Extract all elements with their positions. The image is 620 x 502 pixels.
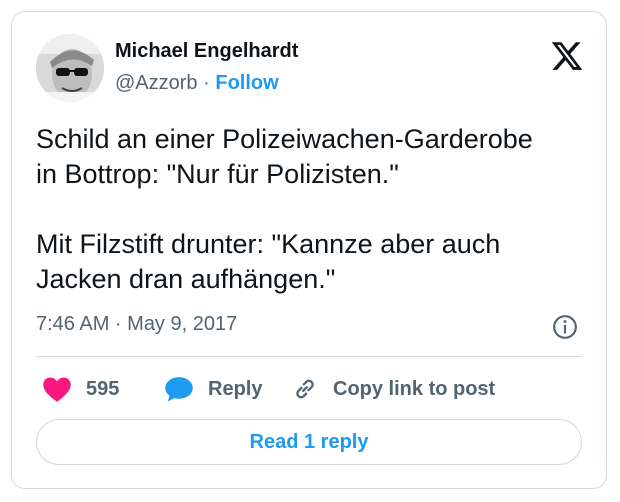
author-handle[interactable]: @Azzorb — [115, 72, 198, 94]
tweet-card: Michael Engelhardt @Azzorb · Follow Schi… — [11, 11, 607, 489]
read-replies-button[interactable]: Read 1 reply — [36, 419, 582, 465]
reply-button[interactable]: Reply — [164, 372, 262, 406]
copy-link-label: Copy link to post — [333, 377, 496, 400]
x-logo-icon[interactable] — [550, 39, 584, 73]
like-button[interactable]: 595 — [42, 372, 119, 406]
link-icon — [296, 379, 314, 399]
tweet-timestamp[interactable]: 7:46 AM · May 9, 2017 — [36, 313, 237, 336]
author-name[interactable]: Michael Engelhardt — [115, 40, 298, 63]
info-icon[interactable] — [552, 314, 578, 340]
follow-button[interactable]: Follow — [215, 72, 278, 94]
tweet-text: Schild an einer Polizeiwachen-Garderobe … — [36, 124, 533, 294]
like-count: 595 — [86, 377, 120, 400]
handle-separator: · — [203, 72, 210, 94]
copy-link-button[interactable]: Copy link to post — [291, 372, 495, 406]
action-bar: 595 Reply Copy link to post — [36, 372, 582, 406]
author-handle-line: @Azzorb · Follow — [115, 72, 279, 95]
reply-label: Reply — [208, 377, 263, 400]
speech-bubble-icon — [165, 377, 193, 402]
divider — [36, 356, 582, 357]
avatar-image — [36, 34, 104, 102]
avatar[interactable] — [36, 34, 104, 102]
heart-icon — [43, 377, 71, 402]
